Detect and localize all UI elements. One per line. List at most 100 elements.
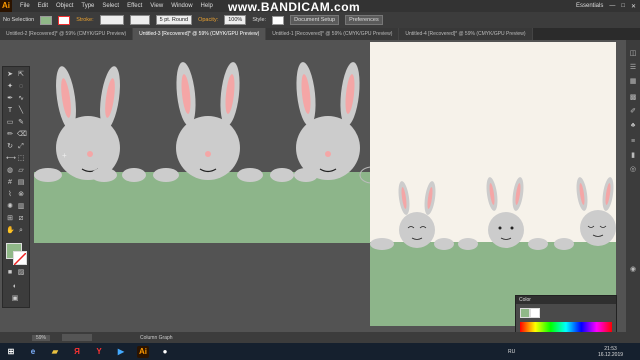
minimize-button[interactable]: — (609, 3, 615, 9)
document-setup-button[interactable]: Document Setup (290, 15, 340, 25)
stroke-label: Stroke: (76, 17, 94, 23)
menu-select[interactable]: Select (102, 3, 119, 9)
preferences-button[interactable]: Preferences (345, 15, 383, 25)
menu-window[interactable]: Window (171, 3, 192, 9)
tab-untitled-2[interactable]: Untitled-2 [Recovered]* @ 59% (CMYK/GPU … (0, 28, 134, 40)
paintbrush-tool-icon[interactable]: ✎ (17, 119, 25, 127)
libraries-panel-icon[interactable]: ▦ (629, 78, 637, 86)
perspective-tool-icon[interactable]: ▱ (17, 167, 25, 175)
explorer-icon[interactable]: ▰ (49, 346, 61, 358)
symbols-panel-icon[interactable]: ♣ (629, 122, 637, 130)
color-panel-icon[interactable]: ◉ (629, 266, 637, 274)
blend-tool-icon[interactable]: ⊗ (17, 191, 25, 199)
start-icon[interactable]: ⊞ (5, 346, 17, 358)
magic-wand-tool-icon[interactable]: ✦ (6, 83, 14, 91)
selection-tool-icon[interactable]: ➤ (6, 71, 14, 79)
pencil-tool-icon[interactable]: ✏ (6, 131, 14, 139)
menu-view[interactable]: View (150, 3, 163, 9)
stroke-panel-icon[interactable]: ≡ (629, 138, 637, 146)
artboard-navigator[interactable] (62, 334, 93, 341)
panel-fill-box[interactable] (520, 308, 530, 318)
curvature-tool-icon[interactable]: ∿ (17, 95, 25, 103)
opacity-field[interactable]: 100% (224, 15, 247, 25)
tab-untitled-4[interactable]: Untitled-4 [Recovered]* @ 59% (CMYK/GPU … (399, 28, 533, 40)
shape-builder-tool-icon[interactable]: ◍ (6, 167, 14, 175)
zoom-field[interactable]: 59% (32, 334, 51, 341)
menu-edit[interactable]: Edit (38, 3, 48, 9)
bunny-c[interactable] (575, 176, 616, 246)
illustrator-taskbar-icon[interactable]: Ai (137, 345, 149, 358)
language-indicator[interactable]: RU (508, 349, 515, 355)
illustrator-logo: Ai (0, 0, 12, 12)
width-tool-icon[interactable]: ⟷ (6, 155, 16, 163)
zoom-tool-icon[interactable]: ⌕ (17, 227, 25, 235)
artboard-tool-icon[interactable]: ⊞ (6, 215, 14, 223)
properties-panel-icon[interactable]: ◫ (629, 50, 637, 58)
style-swatch[interactable] (272, 15, 285, 25)
close-button[interactable]: ✕ (631, 3, 636, 10)
swatches-panel-icon[interactable]: ▩ (629, 94, 637, 102)
brush-select[interactable]: 5 pt. Round (155, 15, 193, 25)
menu-file[interactable]: File (20, 3, 30, 9)
transparency-panel-icon[interactable]: ◎ (629, 166, 637, 174)
free-transform-tool-icon[interactable]: ⬚ (17, 155, 25, 163)
fill-swatch[interactable] (40, 15, 53, 25)
menu-type[interactable]: Type (81, 3, 94, 9)
type-tool-icon[interactable]: T (6, 107, 14, 115)
screen-mode-icon[interactable]: ▣ (11, 295, 19, 303)
bunny-a[interactable] (397, 180, 438, 248)
stroke-color-box[interactable] (13, 251, 27, 266)
artboard-art (370, 176, 616, 326)
eraser-tool-icon[interactable]: ⌫ (17, 131, 27, 139)
yandex-icon[interactable]: Я (71, 346, 83, 358)
artboard[interactable] (370, 42, 616, 326)
menu-object[interactable]: Object (56, 3, 73, 9)
maximize-button[interactable]: □ (621, 3, 625, 9)
gradient-tool-icon[interactable]: ▤ (17, 179, 25, 187)
color-spectrum[interactable] (520, 322, 612, 332)
rotate-tool-icon[interactable]: ↻ (6, 143, 14, 151)
bunny-1[interactable] (53, 65, 124, 180)
bunny-3[interactable] (294, 61, 363, 180)
column-graph-tool-icon[interactable]: ▥ (17, 203, 25, 211)
bunny-b[interactable] (485, 176, 526, 248)
gradient-panel-icon[interactable]: ▮ (629, 152, 637, 160)
panel-stroke-box[interactable] (530, 308, 540, 318)
bunny-2[interactable] (174, 61, 243, 180)
hand-tool-icon[interactable]: ✋ (6, 227, 15, 235)
yandex-browser-icon[interactable]: Y (93, 346, 105, 358)
clock-date: 16.12.2019 (598, 351, 624, 358)
slice-tool-icon[interactable]: ⧄ (17, 215, 25, 223)
eyedropper-tool-icon[interactable]: ⌇ (6, 191, 14, 199)
tab-untitled-3[interactable]: Untitled-3 [Recovered]* @ 59% (CMYK/GPU … (133, 28, 267, 40)
layers-panel-icon[interactable]: ☰ (629, 64, 637, 72)
lasso-tool-icon[interactable]: ◌ (17, 83, 25, 91)
color-mode-icon[interactable]: ■ (6, 269, 14, 277)
tab-untitled-1[interactable]: Untitled-1 [Recovered]* @ 59% (CMYK/GPU … (266, 28, 400, 40)
variable-width-field[interactable] (129, 15, 150, 25)
symbol-sprayer-tool-icon[interactable]: ✺ (6, 203, 14, 211)
line-tool-icon[interactable]: ╲ (17, 107, 25, 115)
control-bar: No Selection Stroke: 5 pt. Round Opacity… (0, 12, 640, 28)
selection-status: No Selection (3, 17, 35, 23)
panel-dock: ◫ ☰ ▦ ▩ ✐ ♣ ≡ ▮ ◎ ◉ (626, 40, 640, 340)
draw-mode-icon[interactable]: ◐ (11, 283, 19, 291)
pen-tool-icon[interactable]: ✒ (6, 95, 14, 103)
stroke-swatch[interactable] (58, 15, 71, 25)
gradient-mode-icon[interactable]: ▨ (17, 269, 25, 277)
rectangle-tool-icon[interactable]: ▭ (6, 119, 14, 127)
menu-effect[interactable]: Effect (127, 3, 142, 9)
workspace-switcher[interactable]: Essentials (576, 3, 603, 9)
ie-icon[interactable]: e (27, 346, 39, 358)
scale-tool-icon[interactable]: ⤢ (17, 143, 25, 151)
style-label: Style: (252, 17, 267, 23)
media-icon[interactable]: ▶ (115, 346, 127, 358)
direct-selection-tool-icon[interactable]: ⇱ (17, 71, 25, 79)
stroke-weight-field[interactable] (99, 15, 124, 25)
brushes-panel-icon[interactable]: ✐ (629, 108, 637, 116)
menu-help[interactable]: Help (201, 3, 213, 9)
menu-bar: Ai File Edit Object Type Select Effect V… (0, 0, 640, 14)
status-bar: 59% Column Graph (0, 332, 640, 343)
bandicam-icon[interactable]: ● (159, 346, 171, 358)
mesh-tool-icon[interactable]: # (6, 179, 14, 187)
